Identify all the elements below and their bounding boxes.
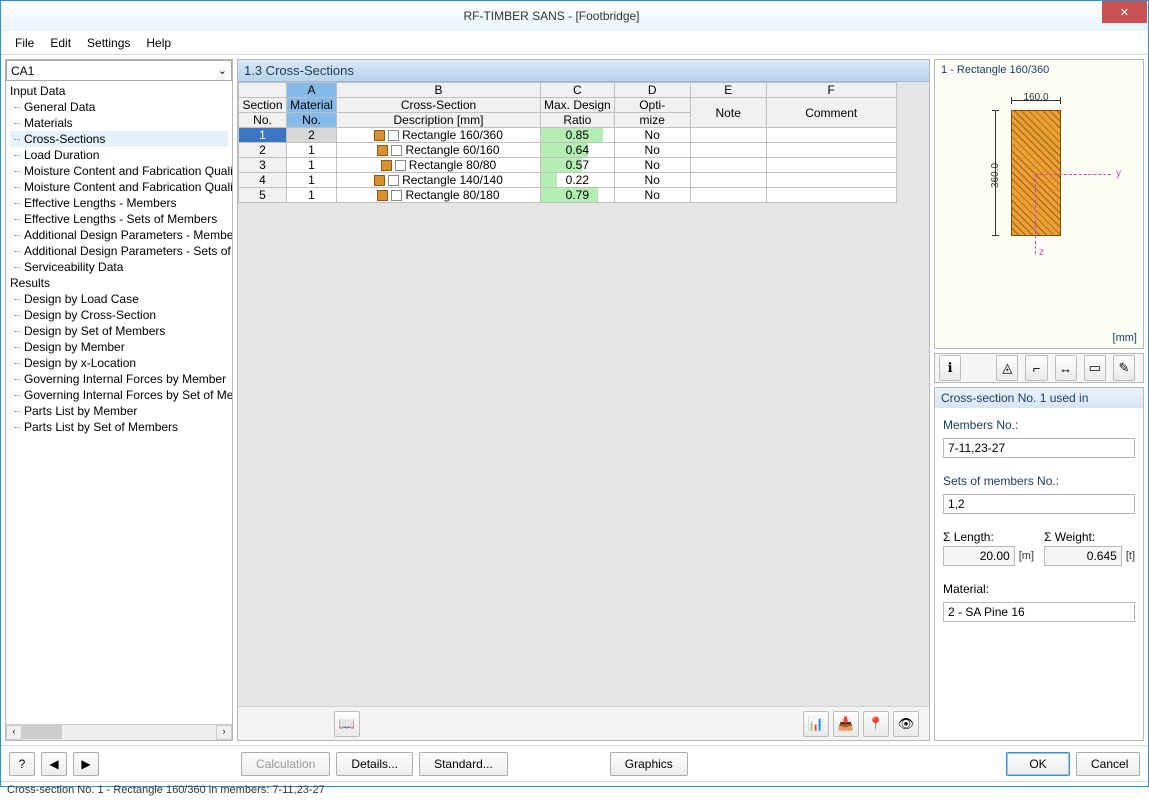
menu-file[interactable]: File bbox=[7, 34, 42, 52]
tree-item[interactable]: Additional Design Parameters - Sets of M… bbox=[10, 243, 228, 259]
table-row[interactable]: 41Rectangle 140/1400.22No bbox=[239, 173, 897, 188]
values-button[interactable]: ▭ bbox=[1084, 355, 1106, 381]
sum-length-field: 20.00 bbox=[943, 546, 1015, 566]
section-icon bbox=[388, 175, 399, 186]
info-title: Cross-section No. 1 used in bbox=[935, 388, 1143, 408]
tree-item[interactable]: Design by x-Location bbox=[10, 355, 228, 371]
sum-weight-label: Σ Weight: bbox=[1044, 530, 1135, 544]
next-table-button[interactable]: ▶ bbox=[73, 752, 99, 776]
title-bar: RF-TIMBER SANS - [Footbridge] ✕ bbox=[1, 1, 1148, 31]
table-row[interactable]: 21Rectangle 60/1600.64No bbox=[239, 143, 897, 158]
tree-group-results: Results bbox=[10, 275, 228, 291]
preview-toolbar: ℹ ◬ ⌐ ↔ ▭ ✎ bbox=[934, 353, 1144, 383]
main-panel: 1.3 Cross-Sections A B C D E F Section bbox=[237, 59, 930, 741]
cross-section-preview: 1 - Rectangle 160/360 160.0 360.0 [mm] bbox=[934, 59, 1144, 349]
table-toolbar: 📖 📊 📥 📍 👁 bbox=[238, 706, 929, 740]
menu-help[interactable]: Help bbox=[138, 34, 179, 52]
pick-button[interactable]: 📍 bbox=[863, 711, 889, 737]
sets-field[interactable]: 1,2 bbox=[943, 494, 1135, 514]
button-bar: ? ◀ ▶ Calculation Details... Standard...… bbox=[1, 745, 1148, 781]
cross-sections-table[interactable]: A B C D E F Section Material Cross-Secti… bbox=[238, 82, 897, 203]
table-row[interactable]: 31Rectangle 80/800.57No bbox=[239, 158, 897, 173]
tree-item[interactable]: Design by Member bbox=[10, 339, 228, 355]
help-button[interactable]: ? bbox=[9, 752, 35, 776]
settings-button[interactable]: ✎ bbox=[1113, 355, 1135, 381]
axes-button[interactable]: ⌐ bbox=[1025, 355, 1047, 381]
section-shape bbox=[1011, 110, 1061, 236]
combination-select[interactable]: CA1 bbox=[6, 60, 232, 81]
cross-section-info: Cross-section No. 1 used in Members No.:… bbox=[934, 387, 1144, 741]
material-label: Material: bbox=[943, 582, 1135, 596]
import-excel-button[interactable]: 📥 bbox=[833, 711, 859, 737]
table-row[interactable]: 51Rectangle 80/1800.79No bbox=[239, 188, 897, 203]
tree-item[interactable]: Design by Cross-Section bbox=[10, 307, 228, 323]
tree-item[interactable]: Moisture Content and Fabrication Quality bbox=[10, 163, 228, 179]
tree-item[interactable]: Governing Internal Forces by Set of Memb… bbox=[10, 387, 228, 403]
material-swatch-icon bbox=[374, 175, 385, 186]
dim-width: 160.0 bbox=[1011, 92, 1061, 103]
preview-title: 1 - Rectangle 160/360 bbox=[941, 64, 1049, 76]
status-bar: Cross-section No. 1 - Rectangle 160/360 … bbox=[1, 781, 1148, 801]
sum-length-label: Σ Length: bbox=[943, 530, 1034, 544]
axis-z-icon bbox=[1035, 174, 1036, 254]
section-icon bbox=[391, 190, 402, 201]
menu-edit[interactable]: Edit bbox=[42, 34, 79, 52]
material-field[interactable]: 2 - SA Pine 16 bbox=[943, 602, 1135, 622]
view-button[interactable]: 👁 bbox=[893, 711, 919, 737]
tree-item[interactable]: Effective Lengths - Members bbox=[10, 195, 228, 211]
tree-item[interactable]: Governing Internal Forces by Member bbox=[10, 371, 228, 387]
table-row[interactable]: 12Rectangle 160/3600.85No bbox=[239, 128, 897, 143]
window-title: RF-TIMBER SANS - [Footbridge] bbox=[1, 9, 1102, 23]
tree-horizontal-scrollbar[interactable]: ‹ › bbox=[6, 724, 232, 740]
tree-item[interactable]: Moisture Content and Fabrication Quality bbox=[10, 179, 228, 195]
material-swatch-icon bbox=[374, 130, 385, 141]
navigator-tree[interactable]: Input Data General DataMaterialsCross-Se… bbox=[6, 81, 232, 724]
menu-bar: File Edit Settings Help bbox=[1, 31, 1148, 55]
tree-item[interactable]: Serviceability Data bbox=[10, 259, 228, 275]
tree-item[interactable]: Cross-Sections bbox=[10, 131, 228, 147]
tree-item[interactable]: Load Duration bbox=[10, 147, 228, 163]
tree-item[interactable]: Parts List by Set of Members bbox=[10, 419, 228, 435]
ok-button[interactable]: OK bbox=[1006, 752, 1070, 776]
stress-button[interactable]: ◬ bbox=[996, 355, 1018, 381]
tree-item[interactable]: General Data bbox=[10, 99, 228, 115]
details-button[interactable]: Details... bbox=[336, 752, 413, 776]
material-swatch-icon bbox=[377, 190, 388, 201]
navigator-panel: CA1 Input Data General DataMaterialsCros… bbox=[5, 59, 233, 741]
section-icon bbox=[395, 160, 406, 171]
material-swatch-icon bbox=[381, 160, 392, 171]
section-icon bbox=[388, 130, 399, 141]
tree-item[interactable]: Materials bbox=[10, 115, 228, 131]
menu-settings[interactable]: Settings bbox=[79, 34, 138, 52]
graphics-button[interactable]: Graphics bbox=[610, 752, 688, 776]
tree-item[interactable]: Parts List by Member bbox=[10, 403, 228, 419]
tree-item[interactable]: Additional Design Parameters - Members bbox=[10, 227, 228, 243]
scroll-right-icon[interactable]: › bbox=[216, 725, 232, 740]
sets-label: Sets of members No.: bbox=[943, 474, 1135, 488]
scroll-left-icon[interactable]: ‹ bbox=[6, 725, 22, 740]
tree-item[interactable]: Design by Set of Members bbox=[10, 323, 228, 339]
sum-weight-field: 0.645 bbox=[1044, 546, 1122, 566]
close-button[interactable]: ✕ bbox=[1102, 1, 1147, 23]
tree-item[interactable]: Design by Load Case bbox=[10, 291, 228, 307]
material-swatch-icon bbox=[377, 145, 388, 156]
preview-unit: [mm] bbox=[1113, 332, 1137, 344]
panel-title: 1.3 Cross-Sections bbox=[238, 60, 929, 82]
tree-item[interactable]: Effective Lengths - Sets of Members bbox=[10, 211, 228, 227]
axis-y-icon bbox=[1035, 174, 1111, 175]
members-label: Members No.: bbox=[943, 418, 1135, 432]
prev-table-button[interactable]: ◀ bbox=[41, 752, 67, 776]
calculation-button[interactable]: Calculation bbox=[241, 752, 330, 776]
section-icon bbox=[391, 145, 402, 156]
cancel-button[interactable]: Cancel bbox=[1076, 752, 1140, 776]
dimensions-button[interactable]: ↔ bbox=[1055, 355, 1077, 381]
tree-group-input: Input Data bbox=[10, 83, 228, 99]
export-excel-button[interactable]: 📊 bbox=[803, 711, 829, 737]
standard-button[interactable]: Standard... bbox=[419, 752, 508, 776]
members-field[interactable]: 7-11,23-27 bbox=[943, 438, 1135, 458]
info-button[interactable]: ℹ bbox=[939, 355, 961, 381]
library-button[interactable]: 📖 bbox=[334, 711, 360, 737]
